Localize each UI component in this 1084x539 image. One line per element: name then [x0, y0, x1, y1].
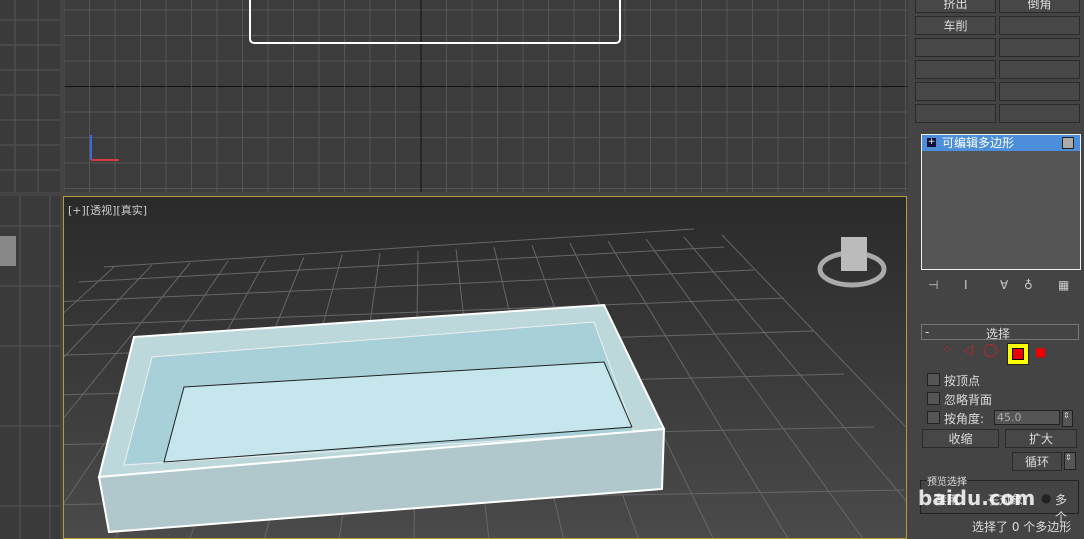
perspective-scene — [64, 228, 906, 538]
command-panel: 挤出 倒角 车削 + 可编辑多边形 ⊣ I ∀ ♁ ▦ - 选择 ⁘ ◁ ◯ ■ 按… — [912, 0, 1084, 539]
shrink-button[interactable]: 收缩 — [922, 429, 999, 448]
angle-input[interactable]: 45.0 — [994, 410, 1060, 425]
object-type-button[interactable] — [999, 104, 1080, 123]
object-type-button[interactable]: 倒角 — [999, 0, 1080, 13]
polygon-mode-button[interactable] — [1007, 343, 1029, 365]
object-type-button[interactable]: 车削 — [915, 16, 996, 35]
object-type-button[interactable] — [999, 38, 1080, 57]
by-angle-checkbox[interactable] — [927, 411, 940, 424]
viewport-perspective[interactable]: [+][透视][真实] — [63, 196, 907, 539]
grow-button[interactable]: 扩大 — [1005, 429, 1077, 448]
ignore-backfacing-checkbox[interactable] — [927, 392, 940, 405]
watermark: baidu.com — [918, 486, 1036, 510]
modifier-editable-poly[interactable]: + 可编辑多边形 — [922, 135, 1080, 151]
viewcube-icon — [817, 237, 887, 288]
top-grid — [64, 0, 908, 192]
ignore-backfacing-label: 忽略背面 — [944, 393, 993, 407]
vertex-icon[interactable]: ⁘ — [942, 343, 953, 358]
object-type-button[interactable] — [915, 104, 996, 123]
loop-button[interactable]: 循环 — [1012, 452, 1062, 471]
object-type-button[interactable] — [999, 16, 1080, 35]
stack-toolbar: ⊣ I ∀ ♁ ▦ — [926, 278, 1082, 294]
object-type-button[interactable]: 挤出 — [915, 0, 996, 13]
pin-stack-icon[interactable]: ⊣ — [928, 278, 938, 292]
tray-model — [97, 303, 666, 534]
by-angle-label: 按角度: — [944, 412, 985, 426]
lightbulb-toggle[interactable] — [1062, 137, 1074, 149]
viewport-left-bottom[interactable] — [0, 196, 60, 539]
subobject-icons: ⁘ ◁ ◯ — [942, 343, 998, 358]
modifier-label: 可编辑多边形 — [942, 136, 1015, 150]
element-icon[interactable]: ■ — [1035, 345, 1046, 359]
loop-spinner[interactable]: ⇕ — [1064, 452, 1076, 470]
angle-spinner[interactable]: ⇕ — [1062, 410, 1073, 427]
by-vertex-label: 按顶点 — [944, 374, 981, 388]
object-type-button[interactable] — [999, 60, 1080, 79]
box-outline-top — [249, 0, 621, 44]
rollout-selection-header[interactable]: - 选择 — [921, 324, 1079, 341]
border-icon[interactable]: ◯ — [983, 343, 998, 358]
object-type-button[interactable] — [915, 82, 996, 101]
object-type-button[interactable] — [915, 38, 996, 57]
viewport-top[interactable] — [64, 0, 908, 192]
object-type-button[interactable] — [999, 82, 1080, 101]
by-vertex-checkbox[interactable] — [927, 373, 940, 386]
make-unique-icon[interactable]: ∀ — [1000, 278, 1008, 292]
show-end-result-icon[interactable]: I — [964, 278, 968, 292]
modifier-stack[interactable]: + 可编辑多边形 — [921, 134, 1081, 270]
rollout-title: 选择 — [986, 327, 1011, 341]
configure-sets-icon[interactable]: ▦ — [1058, 278, 1069, 292]
selection-status: 选择了 0 个多边形 — [972, 520, 1072, 534]
edge-icon[interactable]: ◁ — [963, 343, 973, 358]
remove-modifier-icon[interactable]: ♁ — [1024, 278, 1033, 292]
expand-icon[interactable]: + — [927, 138, 936, 147]
viewport-left-top[interactable] — [0, 0, 60, 192]
object-type-button[interactable] — [915, 60, 996, 79]
